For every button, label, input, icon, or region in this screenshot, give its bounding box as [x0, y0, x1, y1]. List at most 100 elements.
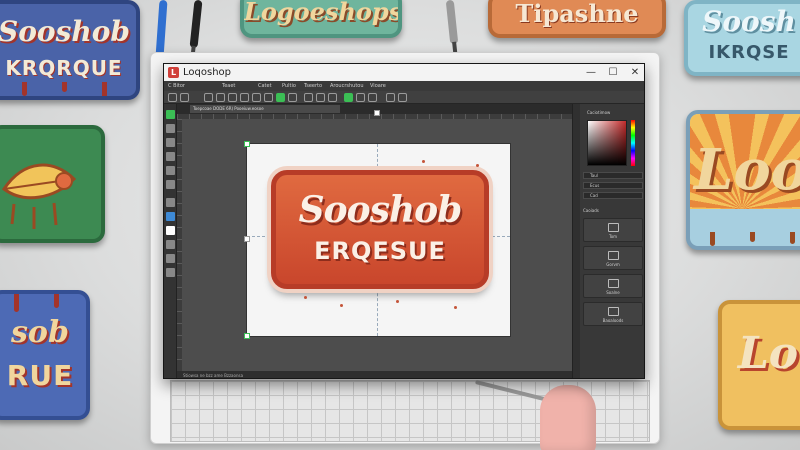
selection-handle[interactable] — [374, 110, 380, 116]
panel-button[interactable]: Baoaloods — [583, 302, 643, 326]
selection-handle[interactable] — [244, 236, 250, 242]
logo-subtitle-text: ERQESUE — [314, 237, 446, 265]
paint-speck — [422, 160, 425, 163]
lasso-tool-icon[interactable] — [166, 138, 175, 147]
decor-sign-text: Tipashne — [515, 0, 639, 28]
panel-button[interactable]: Soalne — [583, 274, 643, 298]
crop-icon[interactable] — [252, 93, 261, 102]
move-tool-icon[interactable] — [166, 110, 175, 119]
pen-tool-icon[interactable] — [166, 166, 175, 175]
panel-field[interactable]: Taul — [583, 172, 643, 179]
link-icon[interactable] — [316, 93, 325, 102]
panel-field-label: Ecus — [590, 183, 600, 188]
feather-icon — [1, 163, 77, 229]
gradient-tool-icon[interactable] — [166, 240, 175, 249]
grid-icon[interactable] — [356, 93, 365, 102]
close-button[interactable]: ✕ — [624, 64, 644, 81]
select-tool-icon[interactable] — [166, 124, 175, 133]
hand-tool-icon[interactable] — [166, 268, 175, 277]
undo-icon[interactable] — [386, 93, 395, 102]
decor-sign-text: Lo — [737, 328, 799, 379]
decor-sign-top-center: Logoeshops — [240, 0, 402, 38]
panel-button[interactable]: Gorvm — [583, 246, 643, 270]
status-bar: Stiowsa ne bzz ame Bzzaonsa — [177, 371, 572, 378]
decor-sign-text: sob — [11, 315, 69, 350]
pen-black — [189, 0, 203, 61]
menu-item[interactable]: Teaet — [222, 83, 235, 89]
layer-icon — [608, 223, 619, 232]
panel-field-label: Cad — [590, 193, 598, 198]
panel-section-label: Caoiads — [583, 208, 599, 213]
logo-design[interactable]: Sooshob ERQESUE — [271, 170, 489, 289]
app-window: L Loqoshop — ☐ ✕ C Bitor Teaet Catet Pul… — [163, 63, 645, 379]
app-title: Loqoshop — [183, 67, 231, 78]
selection-handle[interactable] — [244, 141, 250, 147]
menu-item[interactable]: C Bitor — [168, 83, 185, 89]
layout-icon[interactable] — [180, 93, 189, 102]
options-bar — [164, 91, 644, 104]
menu-bar: C Bitor Teaet Catet Pultio Tseerto Arouc… — [164, 81, 644, 91]
decor-sign-text: RUE — [6, 359, 74, 392]
paint-speck — [476, 164, 479, 167]
paint-speck — [454, 306, 457, 309]
hand — [540, 385, 596, 450]
zoom-icon[interactable] — [228, 93, 237, 102]
decor-sign-right: Loo — [686, 110, 800, 250]
tools-panel — [164, 104, 177, 378]
menu-item[interactable]: Catet — [258, 83, 272, 89]
menu-item[interactable]: Aroucrshutou — [330, 83, 364, 89]
confirm-icon[interactable] — [344, 93, 353, 102]
document-icon — [608, 279, 619, 288]
decor-sign-bottom-left: sob RUE — [0, 290, 90, 420]
panel-button-label: Soalne — [606, 290, 620, 295]
eraser-tool-icon[interactable] — [166, 180, 175, 189]
shape-tool-icon[interactable] — [166, 212, 175, 221]
paint-speck — [304, 296, 307, 299]
color-picker-field[interactable] — [587, 120, 627, 166]
pen-silver — [445, 0, 459, 57]
panel-field[interactable]: Cad — [583, 192, 643, 199]
frame-icon[interactable] — [264, 93, 273, 102]
decor-sign-text: KRQRQUE — [5, 56, 123, 80]
redo-icon[interactable] — [398, 93, 407, 102]
decor-sign-text: IKRQSE — [708, 42, 790, 63]
warp-icon[interactable] — [328, 93, 337, 102]
paint-speck — [396, 300, 399, 303]
zoom-tool-icon[interactable] — [166, 254, 175, 263]
text-tool-icon[interactable] — [166, 198, 175, 207]
document-tab[interactable]: Toepcoae DODE 6R) Pooeiuw.eosoe — [190, 105, 340, 113]
new-file-icon[interactable] — [204, 93, 213, 102]
hand-tool-icon[interactable] — [240, 93, 249, 102]
decor-sign-text: Soosh — [702, 5, 796, 38]
panel-button[interactable]: Tom — [583, 218, 643, 242]
panel-field[interactable]: Ecus — [583, 182, 643, 189]
minimize-button[interactable]: — — [580, 64, 602, 81]
open-icon[interactable] — [216, 93, 225, 102]
app-logo-icon: L — [168, 67, 179, 78]
selection-handle[interactable] — [244, 333, 250, 339]
menu-item[interactable]: Vioare — [370, 83, 386, 89]
mask-icon[interactable] — [368, 93, 377, 102]
paint-speck — [340, 304, 343, 307]
panel-button-label: Gorvm — [606, 262, 620, 267]
decor-sign-text: Logoeshops — [244, 0, 402, 26]
decor-sign-middle-left — [0, 125, 105, 243]
menu-item[interactable]: Tseerto — [304, 83, 322, 89]
maximize-button[interactable]: ☐ — [602, 64, 624, 81]
decor-sign-bottom-right: Lo — [718, 300, 800, 430]
panel-icon-strip — [573, 104, 580, 378]
color-panel-title: Caciotimow — [587, 110, 611, 115]
panel-field-label: Taul — [590, 173, 598, 178]
export-icon — [608, 307, 619, 316]
foreground-color-icon[interactable] — [166, 226, 175, 235]
hue-slider[interactable] — [631, 120, 635, 166]
title-bar: L Loqoshop — ☐ ✕ — [164, 64, 644, 81]
panel-button-label: Baoaloods — [602, 318, 624, 323]
transform-icon[interactable] — [304, 93, 313, 102]
menu-item[interactable]: Pultio — [282, 83, 296, 89]
decor-sign-text: Loo — [693, 137, 800, 203]
home-icon[interactable] — [168, 93, 177, 102]
brush-tool-icon[interactable] — [166, 152, 175, 161]
decor-sign-text: Sooshob — [0, 15, 130, 48]
decor-sign-far-right: Soosh IKRQSE — [684, 0, 800, 76]
